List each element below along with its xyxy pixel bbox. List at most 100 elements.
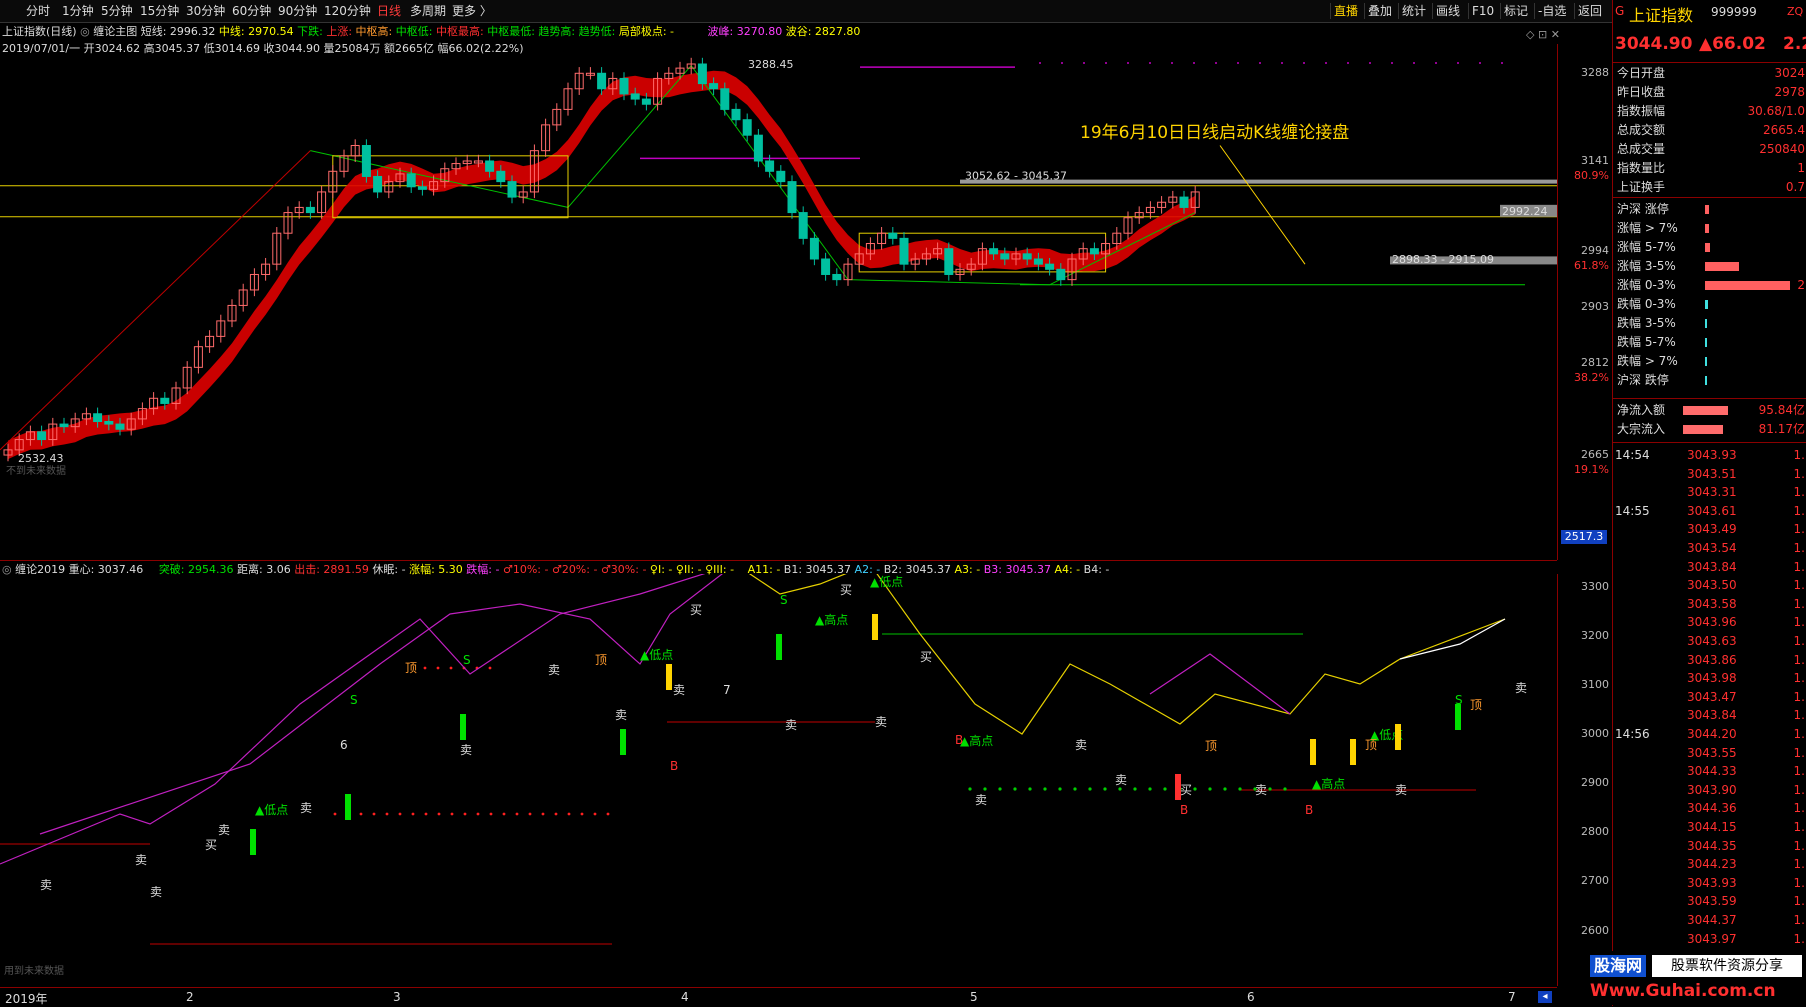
pane-close-icon[interactable]: ✕	[1551, 28, 1560, 41]
index-tag: ZQ	[1787, 5, 1804, 18]
tick-row: 3043.55 1.	[1613, 744, 1806, 762]
signal-bar	[1310, 739, 1316, 765]
sub-tick: 3000	[1581, 727, 1609, 740]
signal-marker: 卖	[875, 715, 887, 729]
tab-30min[interactable]: 30分钟	[186, 3, 225, 19]
sub-tick: 2800	[1581, 825, 1609, 838]
dot-marker	[1347, 61, 1349, 64]
tick-volume: 1.	[1793, 689, 1805, 704]
sub-tick: 3100	[1581, 678, 1609, 691]
scroll-end-button[interactable]: ◂	[1538, 991, 1552, 1003]
tab-15min[interactable]: 15分钟	[140, 3, 179, 19]
dot-marker	[411, 812, 415, 816]
dot-marker	[1259, 61, 1261, 64]
signal-marker: 卖	[548, 663, 560, 677]
sub-tick: 3300	[1581, 580, 1609, 593]
last-price: 3044.90	[1615, 34, 1693, 54]
stats-button[interactable]: 统计	[1398, 3, 1429, 19]
draw-line-button[interactable]: 画线	[1432, 3, 1463, 19]
candle-body	[406, 173, 416, 188]
center-highest-label: 中枢最高:	[435, 25, 484, 38]
tab-more[interactable]: 更多 〉	[452, 3, 492, 19]
mark-button[interactable]: 标记	[1500, 3, 1531, 19]
watermark-slogan: 股票软件资源分享	[1652, 955, 1802, 977]
tick-price: 3043.63	[1687, 634, 1737, 648]
tick-price: 3043.84	[1687, 708, 1737, 723]
divider	[1613, 398, 1806, 399]
tab-5min[interactable]: 5分钟	[101, 3, 133, 19]
breadth-bar	[1705, 357, 1707, 366]
kline-chart[interactable]: 19年6月10日日线启动K线缠论接盘 3288.45 3052.62 - 3045.…	[0, 44, 1557, 564]
signal-marker: S	[463, 653, 471, 667]
signal-bar	[776, 634, 782, 660]
tick-row: 3044.23 1.	[1613, 855, 1806, 873]
tick-price: 3043.49	[1687, 522, 1737, 537]
candle-body	[630, 93, 640, 100]
tab-multi-period[interactable]: 多周期	[410, 3, 446, 19]
candle-body	[809, 237, 819, 260]
breadth-row: 跌幅 > 7%	[1613, 352, 1806, 371]
tab-1min[interactable]: 1分钟	[62, 3, 94, 19]
candle-body	[305, 206, 315, 214]
dot-marker	[1149, 61, 1151, 64]
signal-bar	[1395, 724, 1401, 750]
signal-marker: 7	[723, 683, 731, 697]
candle-body	[37, 431, 47, 441]
f10-button[interactable]: F10	[1468, 3, 1497, 19]
tick-price: 3043.97	[1687, 931, 1737, 946]
breadth-row: 沪深 涨停	[1613, 200, 1806, 219]
tick-price: 3043.90	[1687, 782, 1737, 797]
tick-volume: 1.	[1793, 448, 1805, 462]
dot-marker	[1237, 61, 1239, 64]
tick-row: 3043.47 1.	[1613, 688, 1806, 706]
overlay-button[interactable]: 叠加	[1364, 3, 1395, 19]
signal-marker: 卖	[40, 878, 52, 892]
flow-row-value: 81.17亿	[1758, 422, 1805, 436]
center-lowest-label: 中枢最低:	[487, 25, 535, 38]
dot-marker	[1457, 61, 1459, 64]
signal-marker: 卖	[460, 743, 472, 757]
quote-header: G 上证指数 999999 ZQ	[1613, 0, 1806, 25]
dot-marker	[333, 812, 337, 816]
back-button[interactable]: 返回	[1574, 3, 1605, 19]
watchlist-button[interactable]: -自选	[1534, 3, 1569, 19]
signal-marker: B	[1180, 803, 1188, 817]
signal-marker: 顶	[595, 653, 607, 667]
signal-marker: 卖	[1075, 738, 1087, 752]
dot-marker	[1391, 61, 1393, 64]
tab-90min[interactable]: 90分钟	[278, 3, 317, 19]
signal-bar	[620, 729, 626, 755]
tick-price: 3043.58	[1687, 596, 1737, 611]
tick-price: 3043.51	[1687, 466, 1737, 481]
tab-60min[interactable]: 60分钟	[232, 3, 271, 19]
candle-body	[417, 186, 427, 190]
note-label: 不到未来数据	[6, 464, 66, 477]
watermark-url: Www.Guhai.com.cn	[1590, 981, 1776, 1001]
peak-label: 3288.45	[748, 58, 794, 71]
dot-marker	[1303, 61, 1305, 64]
tab-120min[interactable]: 120分钟	[324, 3, 371, 19]
candle-body	[619, 77, 629, 95]
signal-marker: 卖	[218, 823, 230, 837]
live-button[interactable]: 直播	[1330, 3, 1361, 19]
tab-daily[interactable]: 日线	[377, 3, 401, 19]
tick-price: 3043.54	[1687, 541, 1737, 555]
tick-price: 3044.37	[1687, 913, 1737, 927]
signal-marker: 顶	[1365, 738, 1377, 752]
pane-settings-icon[interactable]: ◇	[1526, 28, 1534, 41]
dot-marker	[1193, 787, 1197, 791]
indicator-name[interactable]: 缠论主图	[93, 25, 137, 38]
candle-body	[641, 98, 651, 105]
chanlun-subchart[interactable]: 卖卖卖买卖▲低点 卖6S顶S卖卖顶 ▲低点卖B卖买7S卖▲高点买卖▲低点买B▲高点卖…	[0, 574, 1557, 986]
pane-expand-icon[interactable]: ⊡	[1538, 28, 1547, 41]
index-name: 上证指数	[1629, 6, 1694, 25]
settings-icon[interactable]: ◎	[80, 25, 90, 38]
signal-marker: 6	[340, 738, 348, 752]
dot-marker	[606, 812, 610, 816]
tick-time: 14:55	[1615, 503, 1650, 518]
watermark: 股海网 股票软件资源分享 Www.Guhai.com.cn	[1586, 951, 1806, 1005]
tab-intraday[interactable]: 分时	[26, 3, 50, 19]
stat-row-label: 上证换手	[1617, 180, 1666, 194]
signal-marker: 买	[205, 838, 217, 852]
tick-time: 14:56	[1615, 727, 1650, 741]
